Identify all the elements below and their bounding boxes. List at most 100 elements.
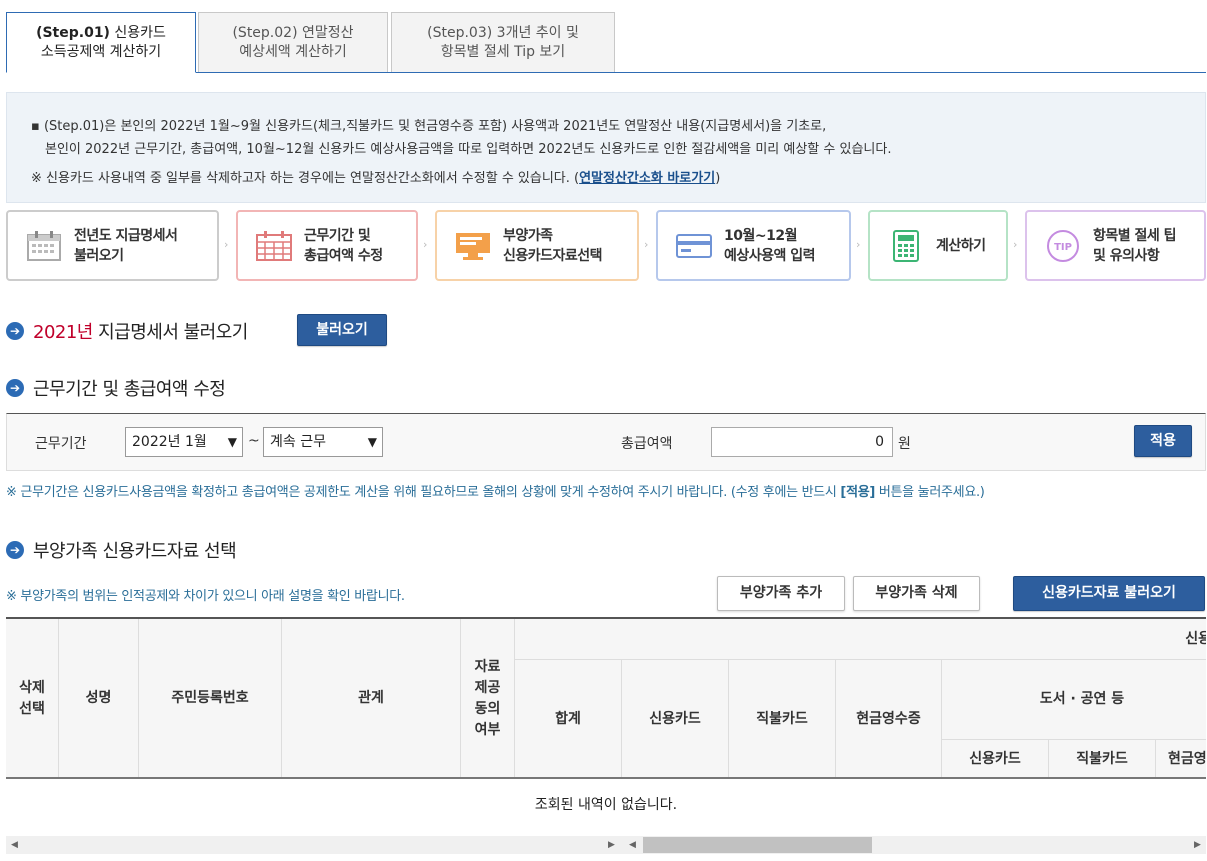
tab-label-line2: 소득공제액 계산하기 xyxy=(40,44,162,60)
apply-button[interactable]: 적용 xyxy=(1134,425,1192,457)
tab-step-label: (Step.03) xyxy=(427,25,493,41)
process-step-calculate: 계산하기 xyxy=(868,210,1008,281)
process-step-edit-period: 근무기간 및 총급여액 수정 xyxy=(236,210,418,281)
col-sum: 합계 xyxy=(515,660,622,777)
col-books-credit: 신용카드 xyxy=(942,740,1049,777)
period-note: ※ 근무기간은 신용카드사용금액을 확정하고 총급여액은 공제한도 계산을 위해… xyxy=(6,481,985,500)
total-salary-input[interactable]: 0 xyxy=(711,427,893,457)
section-load-statement: ➔ 2021년 지급명세서 불러오기 xyxy=(6,318,248,344)
tab-step-02[interactable]: (Step.02) 연말정산 예상세액 계산하기 xyxy=(198,12,388,72)
period-end-select[interactable]: 계속 근무 ▼ xyxy=(263,427,383,457)
info-line-3-suffix: ) xyxy=(715,171,721,186)
tilde-separator: ~ xyxy=(248,433,260,449)
col-books-cash: 현금영 xyxy=(1156,740,1206,777)
process-step-label: 근무기간 및 총급여액 수정 xyxy=(304,226,383,266)
tab-step-03[interactable]: (Step.03) 3개년 추이 및 항목별 절세 Tip 보기 xyxy=(391,12,615,72)
section-title: 근무기간 및 총급여액 수정 xyxy=(33,379,226,400)
tab-label-line1: 3개년 추이 및 xyxy=(496,25,579,41)
period-start-select[interactable]: 2022년 1월 ▼ xyxy=(125,427,243,457)
step-tabs: (Step.01) 신용카드 소득공제액 계산하기 (Step.02) 연말정산… xyxy=(6,12,1206,73)
chevron-right-icon: › xyxy=(423,238,428,251)
dependents-table-header: 삭제 선택 성명 주민등록번호 관계 자료 제공 동의 여부 신용 합계 신용카… xyxy=(6,617,1206,779)
period-label: 근무기간 xyxy=(35,436,87,452)
arrow-circle-icon: ➔ xyxy=(6,322,24,340)
process-step-line1: 전년도 지급명세서 xyxy=(74,227,178,244)
svg-text:TIP: TIP xyxy=(1054,242,1072,253)
tab-label-line1: 연말정산 xyxy=(302,25,354,41)
scroll-left-icon[interactable]: ◀ xyxy=(6,836,23,854)
currency-unit: 원 xyxy=(898,436,911,452)
process-step-expected-usage: 10월~12월예상사용액 입력 xyxy=(656,210,851,281)
process-step-line1: 근무기간 및 xyxy=(304,227,371,244)
simplified-service-link[interactable]: 연말정산간소화 바로가기 xyxy=(579,171,715,186)
delete-dependent-button[interactable]: 부양가족 삭제 xyxy=(853,576,980,611)
info-line-3: ※ 신용카드 사용내역 중 일부를 삭제하고자 하는 경우에는 연말정산간소화에… xyxy=(31,167,1205,190)
col-group-books: 도서 · 공연 등 xyxy=(942,660,1206,740)
section-title: 부양가족 신용카드자료 선택 xyxy=(33,541,237,562)
col-name: 성명 xyxy=(59,619,139,777)
process-step-tips: TIP 항목별 절세 팁및 유의사항 xyxy=(1025,210,1206,281)
col-relation: 관계 xyxy=(282,619,461,777)
scroll-right-icon[interactable]: ▶ xyxy=(603,836,620,854)
horizontal-scrollbar[interactable]: ◀ ▶ ◀ ▶ xyxy=(6,836,1206,854)
add-dependent-button[interactable]: 부양가족 추가 xyxy=(717,576,845,611)
col-credit-card: 신용카드 xyxy=(622,660,729,777)
info-box: ▪ (Step.01)은 본인의 2022년 1월~9월 신용카드(체크,직불카… xyxy=(6,92,1206,203)
credit-card-icon xyxy=(674,228,714,264)
col-books-debit: 직불카드 xyxy=(1049,740,1156,777)
load-card-data-button[interactable]: 신용카드자료 불러오기 xyxy=(1013,576,1205,611)
work-period-form: 근무기간 2022년 1월 ▼ ~ 계속 근무 ▼ 총급여액 0 원 적용 xyxy=(6,413,1206,471)
process-step-line2: 불러오기 xyxy=(74,247,124,264)
process-step-label: 부양가족신용카드자료선택 xyxy=(503,226,603,266)
tab-label-line2: 항목별 절세 Tip 보기 xyxy=(440,44,566,60)
process-step-line1: 부양가족 xyxy=(503,227,553,244)
info-line-2: 본인이 2022년 근무기간, 총급여액, 10월~12월 신용카드 예상사용금… xyxy=(45,142,892,157)
process-step-dependents: 부양가족신용카드자료선택 xyxy=(435,210,639,281)
tab-label-line2: 예상세액 계산하기 xyxy=(239,44,347,60)
monitor-icon xyxy=(453,228,493,264)
info-line-3-text: ※ 신용카드 사용내역 중 일부를 삭제하고자 하는 경우에는 연말정산간소화에… xyxy=(31,171,580,186)
process-steps: 전년도 지급명세서불러오기 › 근무기간 및 총급여액 수정 › 부양가족신용카드… xyxy=(6,210,1206,282)
process-step-label: 계산하기 xyxy=(936,236,986,256)
process-step-line1: 계산하기 xyxy=(936,237,986,254)
calendar-icon xyxy=(24,228,64,264)
period-note-suffix: 버튼을 눌러주세요.) xyxy=(875,485,985,500)
scroll-right-icon[interactable]: ▶ xyxy=(1189,836,1206,854)
section-title: 2021년 지급명세서 불러오기 xyxy=(33,318,248,344)
chevron-down-icon: ▼ xyxy=(367,435,377,449)
col-group-credit: 신용 xyxy=(515,619,1206,660)
section-title-text: 지급명세서 불러오기 xyxy=(92,322,248,343)
col-delete-select: 삭제 선택 xyxy=(6,619,59,777)
info-line-1: ▪ (Step.01)은 본인의 2022년 1월~9월 신용카드(체크,직불카… xyxy=(31,119,827,134)
section-edit-period: ➔ 근무기간 및 총급여액 수정 xyxy=(6,375,226,401)
period-start-value: 2022년 1월 xyxy=(132,434,207,450)
process-step-line2: 예상사용액 입력 xyxy=(724,247,816,264)
arrow-circle-icon: ➔ xyxy=(6,541,24,559)
empty-message: 조회된 내역이 없습니다. xyxy=(534,797,678,813)
scrollbar-thumb[interactable] xyxy=(643,837,872,853)
process-step-line1: 항목별 절세 팁 xyxy=(1093,227,1177,244)
dependents-note: ※ 부양가족의 범위는 인적공제와 차이가 있으니 아래 설명을 확인 바랍니다… xyxy=(6,589,405,604)
process-step-line1: 10월~12월 xyxy=(724,227,797,244)
calendar-grid-icon xyxy=(254,228,294,264)
period-note-text: ※ 근무기간은 신용카드사용금액을 확정하고 총급여액은 공제한도 계산을 위해… xyxy=(6,485,841,500)
col-rrn: 주민등록번호 xyxy=(139,619,282,777)
tip-icon: TIP xyxy=(1043,228,1083,264)
chevron-right-icon: › xyxy=(1013,238,1018,251)
arrow-circle-icon: ➔ xyxy=(6,379,24,397)
total-salary-label: 총급여액 xyxy=(621,436,673,452)
process-step-line2: 신용카드자료선택 xyxy=(503,247,603,264)
period-note-emphasis: [적용] xyxy=(840,485,876,500)
chevron-right-icon: › xyxy=(856,238,861,251)
load-statement-button[interactable]: 불러오기 xyxy=(297,314,387,346)
chevron-right-icon: › xyxy=(644,238,649,251)
process-step-label: 전년도 지급명세서불러오기 xyxy=(74,226,178,266)
tab-step-01[interactable]: (Step.01) 신용카드 소득공제액 계산하기 xyxy=(6,12,196,73)
section-title-year: 2021년 xyxy=(33,322,93,343)
process-step-load-statement: 전년도 지급명세서불러오기 xyxy=(6,210,219,281)
tab-step-label: (Step.01) xyxy=(36,25,110,41)
scroll-left-icon[interactable]: ◀ xyxy=(624,836,641,854)
process-step-label: 10월~12월예상사용액 입력 xyxy=(724,226,816,266)
col-debit-card: 직불카드 xyxy=(729,660,836,777)
col-cash-receipt: 현금영수증 xyxy=(836,660,942,777)
